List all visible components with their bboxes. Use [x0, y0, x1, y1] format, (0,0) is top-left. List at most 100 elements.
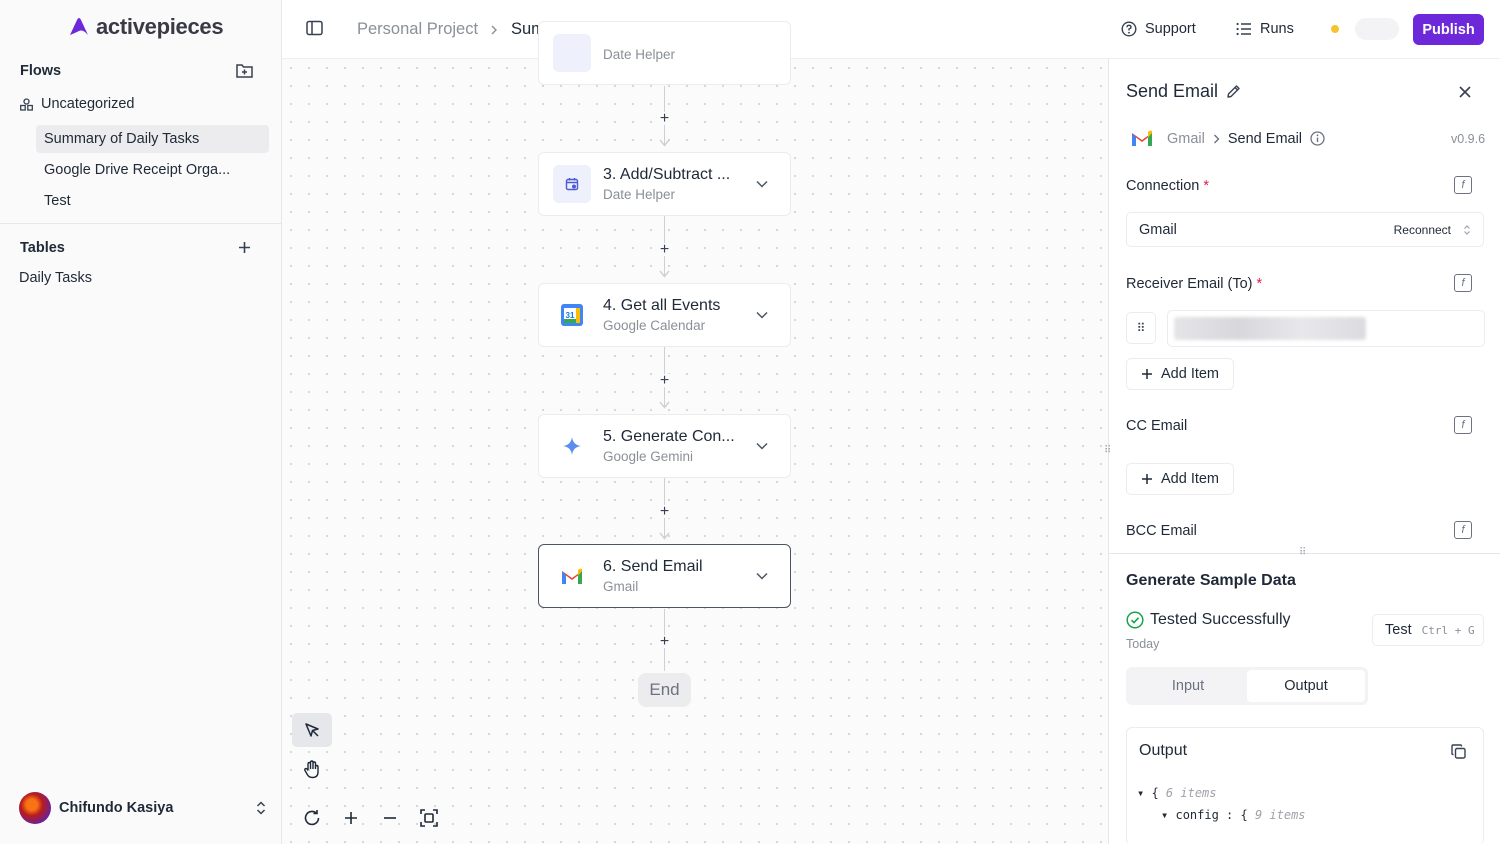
pan-tool-button[interactable] — [292, 752, 332, 786]
piece-version: v0.9.6 — [1451, 132, 1486, 146]
step-title: 4. Get all Events — [603, 297, 721, 314]
piece-breadcrumb: Gmail Send Email — [1131, 130, 1325, 147]
add-step-button[interactable]: + — [658, 372, 671, 388]
breadcrumb-separator-icon — [1213, 134, 1220, 143]
support-button[interactable]: Support — [1121, 21, 1196, 37]
connection-select[interactable]: Gmail Reconnect — [1126, 212, 1484, 247]
step-settings-panel: ⠿ Send Email Gmail Send Email v0.9.6 Con… — [1104, 59, 1500, 844]
horizontal-resize-handle[interactable]: ⠿ — [1299, 547, 1306, 558]
json-root-count: 6 items — [1165, 786, 1217, 800]
gmail-icon — [553, 557, 591, 595]
flow-item-summary-of-daily-tasks[interactable]: Summary of Daily Tasks — [36, 125, 269, 153]
table-item-daily-tasks[interactable]: Daily Tasks — [19, 270, 92, 286]
drag-handle-icon[interactable]: ⠿ — [1126, 312, 1156, 344]
info-icon[interactable] — [1310, 131, 1325, 146]
reset-view-button[interactable] — [292, 801, 332, 835]
connection-value: Gmail — [1139, 221, 1177, 238]
flow-step-node-selected[interactable]: 6. Send Email Gmail — [538, 544, 791, 608]
panel-title[interactable]: Send Email — [1126, 81, 1218, 102]
flow-step-node[interactable]: Date Helper — [538, 21, 791, 85]
tables-heading: Tables — [20, 240, 65, 256]
activepieces-logo-icon — [70, 18, 88, 35]
dynamic-value-toggle[interactable]: f — [1454, 521, 1472, 539]
step-subtitle: Google Gemini — [603, 449, 694, 464]
plus-icon — [1141, 474, 1152, 484]
action-name: Send Email — [1227, 130, 1303, 147]
step-subtitle: Google Calendar — [603, 318, 706, 333]
chevron-down-icon[interactable] — [752, 572, 772, 580]
refresh-icon — [304, 810, 320, 826]
cursor-icon — [305, 723, 319, 737]
dynamic-value-toggle[interactable]: f — [1454, 416, 1472, 434]
publish-button[interactable]: Publish — [1413, 14, 1484, 45]
receiver-email-input[interactable] — [1167, 310, 1485, 347]
zoom-out-button[interactable] — [370, 801, 410, 835]
dynamic-value-toggle[interactable]: f — [1454, 274, 1472, 292]
arrow-down-icon — [659, 270, 670, 278]
chevron-up-down-icon — [1464, 224, 1470, 235]
toggle-sidebar-button[interactable] — [306, 20, 323, 36]
plus-icon — [345, 812, 357, 824]
tab-output[interactable]: Output — [1247, 670, 1365, 702]
piece-name: Gmail — [1167, 130, 1205, 147]
tested-label: Tested Successfully — [1150, 611, 1291, 628]
new-folder-button[interactable] — [234, 60, 254, 80]
step-title: 5. Generate Con... — [603, 428, 735, 445]
status-indicator — [1331, 25, 1339, 33]
flow-item-test[interactable]: Test — [36, 187, 269, 215]
output-viewer: Output ▾ { 6 items ▾ config : { 9 items — [1126, 727, 1484, 844]
add-step-button[interactable]: + — [658, 633, 671, 649]
sidebar: activepieces Flows Uncategorized Summary… — [0, 0, 282, 844]
add-step-button[interactable]: + — [658, 503, 671, 519]
breadcrumb-project[interactable]: Personal Project — [357, 20, 478, 39]
list-icon — [1236, 22, 1251, 36]
user-menu[interactable]: Chifundo Kasiya — [19, 792, 267, 824]
keyboard-shortcut: Ctrl + G — [1421, 623, 1475, 637]
receiver-email-label: Receiver Email (To) * — [1126, 276, 1263, 292]
brand-logo[interactable]: activepieces — [68, 14, 224, 40]
gemini-icon — [553, 427, 591, 465]
vertical-resize-handle[interactable]: ⠿ — [1104, 445, 1111, 456]
add-receiver-item-button[interactable]: Add Item — [1126, 358, 1234, 390]
flow-step-node[interactable]: 31 4. Get all Events Google Calendar — [538, 283, 791, 347]
breadcrumb-separator-icon — [491, 25, 497, 35]
flow-step-node[interactable]: 5. Generate Con... Google Gemini — [538, 414, 791, 478]
end-node: End — [638, 673, 691, 707]
shapes-icon — [20, 97, 33, 111]
select-tool-button[interactable] — [292, 713, 332, 747]
zoom-in-button[interactable] — [331, 801, 371, 835]
test-step-button[interactable]: Test Ctrl + G — [1372, 614, 1484, 646]
arrow-down-icon — [659, 401, 670, 409]
close-panel-button[interactable] — [1459, 81, 1471, 104]
add-table-button[interactable] — [234, 237, 254, 257]
dynamic-value-toggle[interactable]: f — [1454, 176, 1472, 194]
runs-button[interactable]: Runs — [1236, 21, 1294, 37]
flow-canvas[interactable]: Date Helper + 3. Add/Subtract ... Date H… — [282, 21, 1108, 844]
chevron-down-icon[interactable] — [752, 311, 772, 319]
close-icon — [1459, 86, 1471, 98]
output-label: Output — [1139, 742, 1188, 759]
add-cc-item-button[interactable]: Add Item — [1126, 463, 1234, 495]
json-key: config — [1175, 808, 1219, 822]
google-calendar-icon: 31 — [553, 296, 591, 334]
add-step-button[interactable]: + — [658, 110, 671, 126]
json-config-line[interactable]: ▾ config : { 9 items — [1161, 808, 1306, 822]
pencil-icon[interactable] — [1226, 84, 1241, 99]
chevron-down-icon[interactable] — [752, 180, 772, 188]
copy-icon — [1450, 743, 1466, 759]
chevron-down-icon[interactable] — [752, 442, 772, 450]
enable-flow-toggle[interactable] — [1355, 18, 1399, 40]
step-title: 6. Send Email — [603, 558, 703, 575]
brand-name: activepieces — [96, 14, 224, 39]
json-root-line[interactable]: ▾ { 6 items — [1137, 786, 1217, 800]
flow-item-google-drive-receipt[interactable]: Google Drive Receipt Orga... — [36, 156, 269, 184]
tab-input[interactable]: Input — [1129, 670, 1247, 702]
reconnect-button[interactable]: Reconnect — [1394, 223, 1451, 237]
fit-view-button[interactable] — [409, 801, 449, 835]
flow-step-node[interactable]: 3. Add/Subtract ... Date Helper — [538, 152, 791, 216]
folder-uncategorized[interactable]: Uncategorized — [20, 96, 135, 112]
user-name: Chifundo Kasiya — [59, 800, 174, 816]
add-step-button[interactable]: + — [658, 241, 671, 257]
copy-output-button[interactable] — [1447, 740, 1469, 762]
sidebar-divider — [0, 223, 281, 224]
